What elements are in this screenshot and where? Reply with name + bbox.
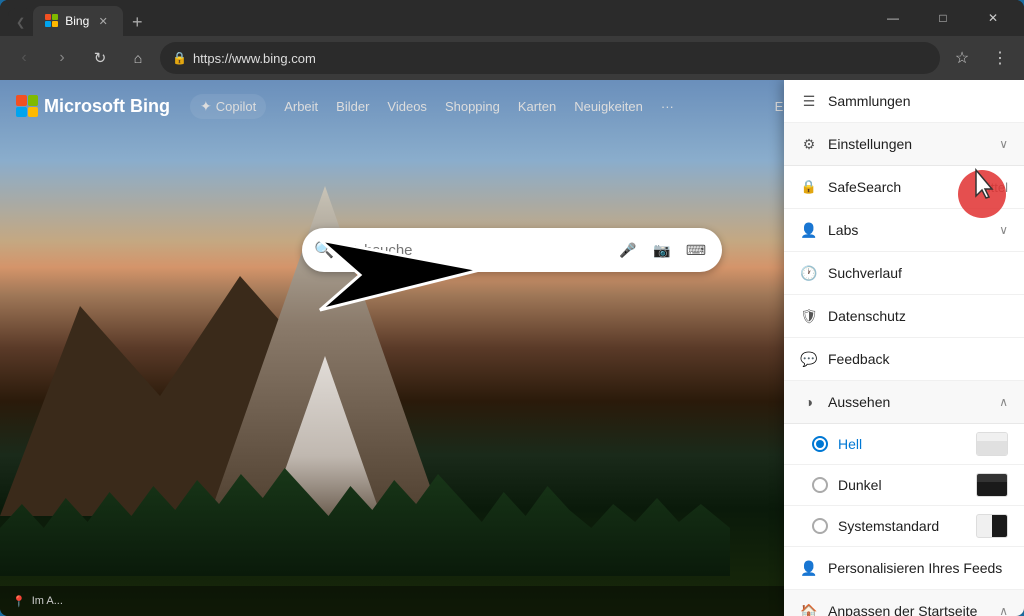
menu-item-einstellungen[interactable]: ⚙ Einstellungen ∨	[784, 123, 1024, 166]
dunkel-preview	[976, 473, 1008, 497]
tab-bar: ❮ Bing ✕ +	[8, 0, 870, 36]
radio-systemstandard	[812, 518, 828, 534]
window-controls: — □ ✕	[870, 2, 1016, 34]
search-container: 🔍 🎤 📷 ⌨	[302, 228, 722, 272]
favorites-button[interactable]: ☆	[946, 42, 978, 74]
systemstandard-preview	[976, 514, 1008, 538]
new-tab-button[interactable]: +	[123, 8, 151, 36]
menu-item-aussehen[interactable]: ◑ Aussehen ∧	[784, 381, 1024, 424]
lock-icon: 🔒	[172, 51, 187, 65]
nav-neuigkeiten[interactable]: Neuigkeiten	[574, 99, 643, 114]
sammlungen-label: Sammlungen	[828, 93, 1008, 109]
nav-shopping[interactable]: Shopping	[445, 99, 500, 114]
menu-item-sammlungen[interactable]: ☰ Sammlungen	[784, 80, 1024, 123]
search-icon: 🔍	[314, 240, 334, 260]
url-text: https://www.bing.com	[193, 51, 316, 66]
close-button[interactable]: ✕	[970, 2, 1016, 34]
image-search-button[interactable]: 📷	[648, 236, 676, 264]
einstellungen-label: Einstellungen	[828, 136, 989, 152]
menu-item-suchverlauf[interactable]: 🕐 Suchverlauf	[784, 252, 1024, 295]
appearance-dunkel[interactable]: Dunkel	[784, 465, 1024, 506]
datenschutz-icon: 🛡	[800, 307, 818, 325]
anpassen-chevron: ∧	[999, 604, 1008, 616]
location-icon: 📍	[12, 595, 26, 608]
browser-window: ❮ Bing ✕ + — □ ✕	[0, 0, 1024, 616]
logo-sq4	[28, 107, 39, 118]
dunkel-label: Dunkel	[838, 477, 966, 493]
logo-text: Microsoft Bing	[44, 96, 170, 117]
status-text: Im A...	[32, 595, 63, 607]
nav-arbeit[interactable]: Arbeit	[284, 99, 318, 114]
anpassen-icon: 🏠	[800, 602, 818, 616]
appearance-hell[interactable]: Hell	[784, 424, 1024, 465]
tab-favicon	[45, 14, 59, 28]
labs-icon: 👤	[800, 221, 818, 239]
safesearch-icon: 🔒	[800, 178, 818, 196]
url-bar[interactable]: 🔒 https://www.bing.com	[160, 42, 940, 74]
hell-preview	[976, 432, 1008, 456]
logo-sq2	[28, 95, 39, 106]
personalisieren-label: Personalisieren Ihres Feeds	[828, 560, 1008, 576]
home-button[interactable]: ⌂	[122, 42, 154, 74]
bing-nav: ✦ Copilot Arbeit Bilder Videos Shopping …	[190, 94, 755, 119]
appearance-systemstandard[interactable]: Systemstandard	[784, 506, 1024, 547]
labs-label: Labs	[828, 222, 989, 238]
labs-chevron: ∨	[999, 223, 1008, 237]
feedback-label: Feedback	[828, 351, 1008, 367]
logo-sq3	[16, 107, 27, 118]
red-circle-indicator	[958, 170, 1006, 218]
nav-videos[interactable]: Videos	[387, 99, 427, 114]
keyboard-button[interactable]: ⌨	[682, 236, 710, 264]
title-bar: ❮ Bing ✕ + — □ ✕	[0, 0, 1024, 36]
menu-item-personalisieren[interactable]: 👤 Personalisieren Ihres Feeds	[784, 547, 1024, 590]
address-bar: ‹ › ↻ ⌂ 🔒 https://www.bing.com ☆ ⋮	[0, 36, 1024, 80]
feedback-icon: 💬	[800, 350, 818, 368]
bing-logo[interactable]: Microsoft Bing	[16, 95, 170, 117]
tab-title: Bing	[65, 14, 89, 28]
radio-hell	[812, 436, 828, 452]
menu-item-feedback[interactable]: 💬 Feedback	[784, 338, 1024, 381]
more-button[interactable]: ⋮	[984, 42, 1016, 74]
aussehen-icon: ◑	[800, 393, 818, 411]
voice-search-button[interactable]: 🎤	[614, 236, 642, 264]
page-content: Microsoft Bing ✦ Copilot Arbeit Bilder V…	[0, 80, 1024, 616]
hell-label: Hell	[838, 436, 966, 452]
nav-bilder[interactable]: Bilder	[336, 99, 369, 114]
copilot-button[interactable]: ✦ Copilot	[190, 94, 266, 119]
forward-button[interactable]: ›	[46, 42, 78, 74]
search-box[interactable]: 🔍 🎤 📷 ⌨	[302, 228, 722, 272]
copilot-label: Copilot	[216, 99, 256, 114]
logo-sq1	[16, 95, 27, 106]
search-input[interactable]	[342, 242, 606, 259]
minimize-button[interactable]: —	[870, 2, 916, 34]
einstellungen-icon: ⚙	[800, 135, 818, 153]
systemstandard-label: Systemstandard	[838, 518, 966, 534]
tab-active[interactable]: Bing ✕	[33, 6, 123, 36]
status-bar: 📍 Im A...	[0, 586, 784, 616]
safesearch-label: SafeSearch	[828, 179, 967, 195]
aussehen-chevron: ∧	[999, 395, 1008, 409]
datenschutz-label: Datenschutz	[828, 308, 1008, 324]
suchverlauf-label: Suchverlauf	[828, 265, 1008, 281]
copilot-icon: ✦	[200, 98, 212, 115]
aussehen-label: Aussehen	[828, 394, 989, 410]
tab-close-button[interactable]: ✕	[95, 13, 111, 29]
back-button[interactable]: ‹	[8, 42, 40, 74]
tab-inactive[interactable]: ❮	[8, 8, 33, 36]
suchverlauf-icon: 🕐	[800, 264, 818, 282]
nav-karten[interactable]: Karten	[518, 99, 556, 114]
dropdown-menu: ☰ Sammlungen ⚙ Einstellungen ∨ 🔒 SafeSea…	[784, 80, 1024, 616]
menu-item-datenschutz[interactable]: 🛡 Datenschutz	[784, 295, 1024, 338]
einstellungen-chevron: ∨	[999, 137, 1008, 151]
maximize-button[interactable]: □	[920, 2, 966, 34]
menu-item-anpassen[interactable]: 🏠 Anpassen der Startseite ∧	[784, 590, 1024, 616]
nav-more[interactable]: ···	[661, 99, 674, 114]
search-actions: 🎤 📷 ⌨	[614, 236, 710, 264]
sammlungen-icon: ☰	[800, 92, 818, 110]
microsoft-logo	[16, 95, 38, 117]
personalisieren-icon: 👤	[800, 559, 818, 577]
anpassen-label: Anpassen der Startseite	[828, 603, 989, 616]
refresh-button[interactable]: ↻	[84, 42, 116, 74]
radio-dunkel	[812, 477, 828, 493]
